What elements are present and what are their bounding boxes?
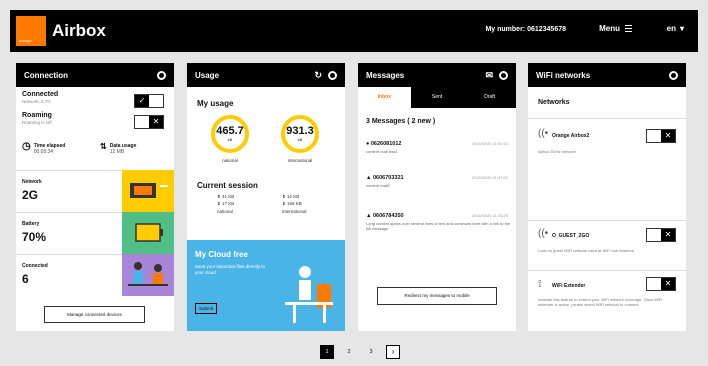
time-elapsed: ◷ Time elapsed 00:05:34 <box>22 141 66 156</box>
page-2[interactable]: 2 <box>342 345 356 359</box>
networks-title: Networks <box>538 99 570 106</box>
wifi-toggle[interactable]: ✕ <box>646 129 676 143</box>
national-usage-ring: 465.7 kB <box>211 115 249 153</box>
session-international-down: ⬇ 156 KB <box>282 201 302 206</box>
messages-header: Messages ✉ <box>358 63 516 87</box>
people-illustration <box>122 254 174 296</box>
app-title: Airbox <box>52 21 106 40</box>
cloud-illustration <box>285 266 333 323</box>
session-international-up: ⬆ 12 KB <box>282 194 300 199</box>
connection-header: Connection <box>16 63 174 87</box>
refresh-icon[interactable]: ↻ <box>314 70 322 80</box>
battery-tile: Battery 70% <box>16 212 122 254</box>
connected-status: Connected Network: 3.7G <box>22 91 59 104</box>
cloud-submit-button[interactable]: Submit <box>195 303 217 314</box>
clock-icon: ◷ <box>22 141 31 152</box>
my-usage-title: My usage <box>197 99 234 108</box>
connected-toggle[interactable]: ✓ <box>134 94 164 108</box>
battery-icon <box>135 223 163 242</box>
pagination: 1 2 3 › <box>320 345 400 359</box>
settings-icon[interactable] <box>669 70 678 80</box>
data-arrows-icon: ⇅ <box>100 142 107 151</box>
message-item[interactable]: ▲ 0606784350 2015/02/20 11:25:29 Long co… <box>366 213 512 231</box>
wifi-card: WiFi networks Networks ((• Orange Airbox… <box>528 63 686 331</box>
top-bar: orange Airbox My number: 0612345678 Menu… <box>10 10 698 52</box>
router-icon <box>130 183 168 198</box>
check-icon: ✓ <box>135 95 149 107</box>
close-icon: ✕ <box>661 278 675 290</box>
message-item[interactable]: ▲ 0606703321 2015/02/20 11:47:02 content… <box>366 175 512 188</box>
hamburger-icon <box>625 24 632 33</box>
close-icon: ✕ <box>149 116 163 128</box>
wifi-icon: ((• <box>538 228 549 239</box>
network-tile: Network 2G <box>16 170 122 212</box>
next-page-button[interactable]: › <box>386 345 400 359</box>
settings-icon[interactable] <box>157 70 166 80</box>
cloud-banner: My Cloud free Save your important files … <box>187 240 345 331</box>
data-usage: ⇅ Data usage 12 MB <box>100 142 137 156</box>
chevron-down-icon: ▾ <box>679 24 684 33</box>
message-item[interactable]: ● 0626081012 2015/02/20 11:50:10 content… <box>366 141 512 154</box>
orange-logo: orange <box>16 16 46 46</box>
page-1[interactable]: 1 <box>320 345 334 359</box>
tab-sent[interactable]: Sent <box>411 87 464 108</box>
usage-header: Usage ↻ <box>187 63 345 87</box>
settings-icon[interactable] <box>328 70 337 80</box>
message-count: 3 Messages ( 2 new ) <box>366 118 436 125</box>
wifi-header: WiFi networks <box>528 63 686 87</box>
close-icon: ✕ <box>661 229 675 241</box>
wifi-toggle[interactable]: ✕ <box>646 228 676 242</box>
close-icon: ✕ <box>661 130 675 142</box>
wifi-icon: ((• <box>538 128 549 139</box>
page-3[interactable]: 3 <box>364 345 378 359</box>
redirect-messages-button[interactable]: Redirect my messages to mobile <box>377 287 497 305</box>
message-tabs: Inbox Sent Draft <box>358 87 516 108</box>
session-national-down: ⬇ 17 KB <box>217 201 235 206</box>
connection-card: Connection Connected Network: 3.7G ✓ Roa… <box>16 63 174 331</box>
wifi-toggle[interactable]: ✕ <box>646 277 676 291</box>
manage-devices-button[interactable]: Manage connected devices <box>44 306 145 323</box>
session-national-label: national <box>217 209 233 214</box>
session-title: Current session <box>197 181 258 190</box>
compose-icon[interactable]: ✉ <box>485 70 493 80</box>
wifi-network-item: ⟟ WiFi Extender ✕ Activate this feature … <box>528 270 686 331</box>
menu-button[interactable]: Menu <box>599 24 632 33</box>
international-label: international <box>287 158 313 163</box>
router-illustration <box>122 170 174 212</box>
people-icon <box>128 262 168 286</box>
language-selector[interactable]: en ▾ <box>667 24 684 33</box>
tab-draft[interactable]: Draft <box>463 87 516 108</box>
wifi-network-item: ((• O_GUEST_2GO ✕ Lock on guest WiFi net… <box>528 220 686 270</box>
extender-icon: ⟟ <box>538 279 542 290</box>
settings-icon[interactable] <box>499 70 508 80</box>
session-national-up: ⬆ 41 KB <box>217 194 235 199</box>
national-label: national <box>222 158 238 163</box>
battery-illustration <box>122 212 174 254</box>
tab-inbox[interactable]: Inbox <box>358 87 411 108</box>
roaming-status: Roaming Roaming is Off <box>22 112 52 125</box>
wifi-network-item: ((• Orange Airbox2 ✕ Airbox 5GHz network <box>528 118 686 220</box>
messages-card: Messages ✉ Inbox Sent Draft 3 Messages (… <box>358 63 516 331</box>
roaming-toggle[interactable]: ✕ <box>134 115 164 129</box>
international-usage-ring: 931.3 kB <box>281 115 319 153</box>
usage-card: Usage ↻ My usage 465.7 kB national 931.3… <box>187 63 345 331</box>
my-number: My number: 0612345678 <box>485 26 566 33</box>
connected-devices-tile: Connected 6 <box>16 254 122 296</box>
session-international-label: international <box>282 209 307 214</box>
